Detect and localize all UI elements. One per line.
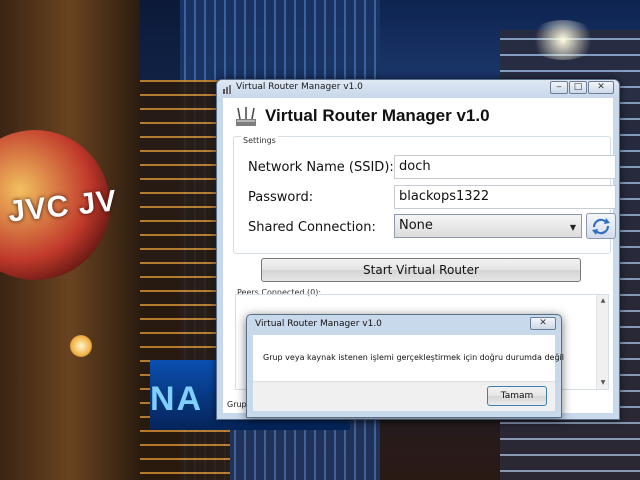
password-row: Password:	[248, 185, 313, 209]
dialog-footer: Tamam	[253, 381, 555, 411]
password-label: Password:	[248, 189, 314, 205]
wallpaper-light-glow	[528, 20, 598, 60]
peers-scrollbar[interactable]: ▲ ▼	[596, 295, 608, 389]
maximize-button[interactable]: □	[569, 81, 587, 94]
ssid-input[interactable]: doch	[394, 155, 616, 179]
dialog-close-button[interactable]: ✕	[530, 317, 556, 330]
refresh-arrows-icon	[592, 218, 610, 235]
refresh-connections-button[interactable]	[586, 213, 616, 239]
app-title: Virtual Router Manager v1.0	[265, 106, 490, 125]
dialog-ok-button[interactable]: Tamam	[487, 386, 547, 406]
close-button[interactable]: ✕	[588, 81, 614, 94]
app-header: Virtual Router Manager v1.0	[235, 102, 490, 130]
chevron-down-icon: ▼	[569, 223, 576, 232]
wallpaper-streetlamp	[70, 335, 92, 357]
ssid-label: Network Name (SSID):	[248, 159, 394, 175]
scroll-up-icon[interactable]: ▲	[597, 295, 609, 307]
shared-connection-value: None	[399, 218, 433, 233]
window-title: Virtual Router Manager v1.0	[236, 82, 363, 92]
scroll-down-icon[interactable]: ▼	[597, 377, 609, 389]
window-titlebar[interactable]: Virtual Router Manager v1.0 ‒ □ ✕	[217, 80, 619, 98]
router-antenna-icon	[236, 107, 256, 126]
router-antenna-icon	[223, 85, 231, 94]
settings-group: Settings Network Name (SSID): doch Passw…	[233, 136, 616, 254]
settings-group-label: Settings	[241, 136, 278, 145]
dialog-body: Grup veya kaynak istenen işlemi gerçekle…	[253, 335, 564, 411]
start-virtual-router-button[interactable]: Start Virtual Router	[261, 258, 581, 282]
ssid-row: Network Name (SSID):	[248, 155, 394, 179]
shared-connection-label: Shared Connection:	[248, 219, 376, 235]
window-controls: ‒ □ ✕	[549, 81, 614, 94]
error-dialog: Virtual Router Manager v1.0 ✕ Grup veya …	[246, 314, 564, 418]
dialog-title: Virtual Router Manager v1.0	[255, 319, 382, 329]
shared-connection-row: Shared Connection:	[248, 215, 376, 239]
wallpaper-sign-text: NA	[150, 380, 204, 418]
dialog-message: Grup veya kaynak istenen işlemi gerçekle…	[263, 353, 564, 362]
minimize-button[interactable]: ‒	[550, 81, 568, 94]
shared-connection-select[interactable]: None ▼	[394, 214, 582, 238]
password-input[interactable]: blackops1322	[394, 185, 616, 209]
